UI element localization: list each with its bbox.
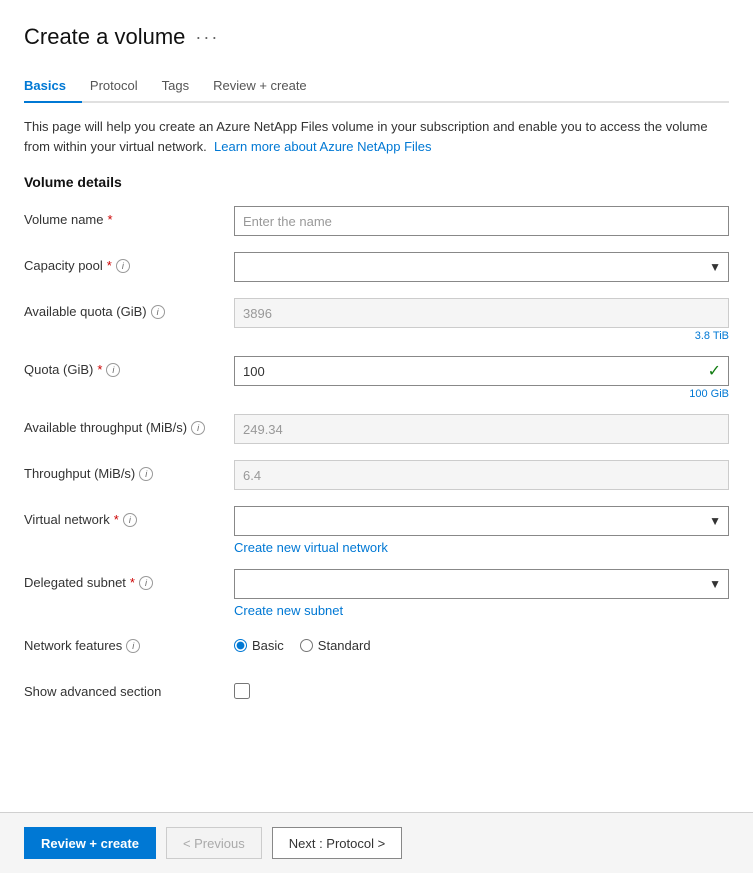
virtual-network-required: * — [114, 512, 119, 527]
network-features-row: Network features i Basic Standard — [24, 632, 729, 664]
show-advanced-checkbox[interactable] — [234, 683, 250, 699]
network-features-standard-option[interactable]: Standard — [300, 638, 371, 653]
throughput-value: 6.4 — [234, 460, 729, 490]
delegated-subnet-info-icon[interactable]: i — [139, 576, 153, 590]
volume-name-required: * — [108, 212, 113, 227]
available-quota-sub-label: 3.8 TiB — [234, 330, 729, 342]
volume-name-field — [234, 206, 729, 236]
virtual-network-info-icon[interactable]: i — [123, 513, 137, 527]
volume-name-label: Volume name * — [24, 206, 234, 227]
network-features-label: Network features i — [24, 632, 234, 653]
quota-label: Quota (GiB) * i — [24, 356, 234, 377]
available-throughput-field: 249.34 — [234, 414, 729, 444]
virtual-network-label: Virtual network * i — [24, 506, 234, 527]
delegated-subnet-required: * — [130, 575, 135, 590]
network-features-standard-label: Standard — [318, 638, 371, 653]
network-features-basic-option[interactable]: Basic — [234, 638, 284, 653]
quota-field: ✓ 100 GiB — [234, 356, 729, 400]
throughput-info-icon[interactable]: i — [139, 467, 153, 481]
network-features-radio-group: Basic Standard — [234, 632, 729, 653]
tab-protocol[interactable]: Protocol — [90, 70, 154, 103]
quota-input[interactable] — [234, 356, 729, 386]
virtual-network-field: ▼ Create new virtual network — [234, 506, 729, 555]
tab-review-create[interactable]: Review + create — [213, 70, 323, 103]
volume-name-row: Volume name * — [24, 206, 729, 238]
network-features-field: Basic Standard — [234, 632, 729, 653]
available-quota-field: 3896 3.8 TiB — [234, 298, 729, 342]
delegated-subnet-field: ▼ Create new subnet — [234, 569, 729, 618]
available-throughput-value: 249.34 — [234, 414, 729, 444]
show-advanced-row: Show advanced section — [24, 678, 729, 710]
capacity-pool-info-icon[interactable]: i — [116, 259, 130, 273]
available-quota-value: 3896 — [234, 298, 729, 328]
page-description: This page will help you create an Azure … — [24, 117, 729, 156]
show-advanced-checkbox-wrapper — [234, 678, 729, 699]
network-features-info-icon[interactable]: i — [126, 639, 140, 653]
capacity-pool-label: Capacity pool * i — [24, 252, 234, 273]
next-button[interactable]: Next : Protocol > — [272, 827, 402, 859]
throughput-field: 6.4 — [234, 460, 729, 490]
available-quota-label: Available quota (GiB) i — [24, 298, 234, 319]
capacity-pool-select-wrapper: ▼ — [234, 252, 729, 282]
quota-info-icon[interactable]: i — [106, 363, 120, 377]
previous-button: < Previous — [166, 827, 262, 859]
delegated-subnet-label: Delegated subnet * i — [24, 569, 234, 590]
capacity-pool-field: ▼ — [234, 252, 729, 282]
create-virtual-network-link[interactable]: Create new virtual network — [234, 540, 729, 555]
capacity-pool-required: * — [107, 258, 112, 273]
learn-more-link[interactable]: Learn more about Azure NetApp Files — [214, 139, 432, 154]
quota-required: * — [97, 362, 102, 377]
quota-row: Quota (GiB) * i ✓ 100 GiB — [24, 356, 729, 400]
show-advanced-label: Show advanced section — [24, 678, 234, 699]
quota-sub-label: 100 GiB — [234, 388, 729, 400]
available-quota-info-icon[interactable]: i — [151, 305, 165, 319]
page-title: Create a volume — [24, 24, 185, 50]
tab-basics[interactable]: Basics — [24, 70, 82, 103]
tab-bar: Basics Protocol Tags Review + create — [24, 70, 729, 103]
quota-input-wrapper: ✓ — [234, 356, 729, 386]
delegated-subnet-select[interactable] — [234, 569, 729, 599]
show-advanced-field — [234, 678, 729, 699]
available-quota-row: Available quota (GiB) i 3896 3.8 TiB — [24, 298, 729, 342]
capacity-pool-select[interactable] — [234, 252, 729, 282]
throughput-label: Throughput (MiB/s) i — [24, 460, 234, 481]
section-header: Volume details — [24, 174, 729, 190]
volume-name-input[interactable] — [234, 206, 729, 236]
delegated-subnet-select-wrapper: ▼ — [234, 569, 729, 599]
more-options-icon[interactable]: ··· — [195, 27, 219, 48]
network-features-standard-radio[interactable] — [300, 639, 313, 652]
network-features-basic-label: Basic — [252, 638, 284, 653]
virtual-network-select-wrapper: ▼ — [234, 506, 729, 536]
available-throughput-row: Available throughput (MiB/s) i 249.34 — [24, 414, 729, 446]
available-throughput-info-icon[interactable]: i — [191, 421, 205, 435]
virtual-network-select[interactable] — [234, 506, 729, 536]
virtual-network-row: Virtual network * i ▼ Create new virtual… — [24, 506, 729, 555]
delegated-subnet-row: Delegated subnet * i ▼ Create new subnet — [24, 569, 729, 618]
throughput-row: Throughput (MiB/s) i 6.4 — [24, 460, 729, 492]
footer: Review + create < Previous Next : Protoc… — [0, 812, 753, 873]
available-throughput-label: Available throughput (MiB/s) i — [24, 414, 234, 435]
capacity-pool-row: Capacity pool * i ▼ — [24, 252, 729, 284]
tab-tags[interactable]: Tags — [162, 70, 205, 103]
create-subnet-link[interactable]: Create new subnet — [234, 603, 729, 618]
network-features-basic-radio[interactable] — [234, 639, 247, 652]
review-create-button[interactable]: Review + create — [24, 827, 156, 859]
